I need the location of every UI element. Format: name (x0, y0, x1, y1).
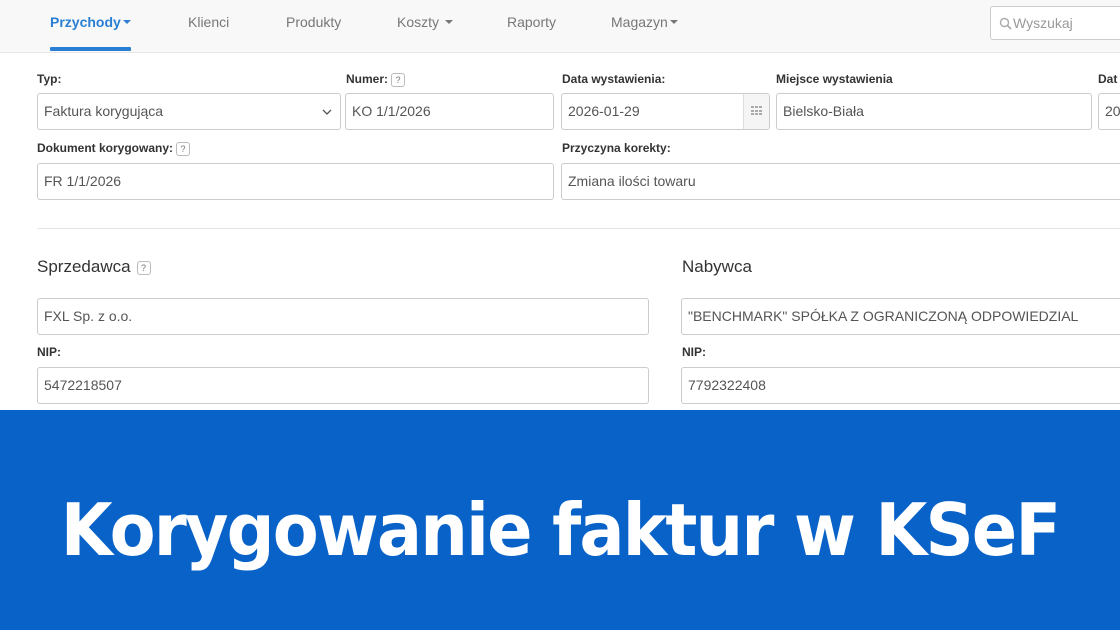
calendar-button[interactable] (743, 94, 769, 129)
nav-item-label: Klienci (188, 14, 230, 30)
nabywca-nip-input[interactable]: 7792322408 (681, 367, 1120, 404)
nabywca-name-input[interactable]: "BENCHMARK" SPÓŁKA Z OGRANICZONĄ ODPOWIE… (681, 298, 1120, 335)
banner-title: Korygowanie faktur w KSeF (60, 488, 1061, 572)
nav-item-label: Produkty (286, 14, 342, 30)
nav-item-produkty[interactable]: Produkty (286, 0, 341, 53)
nav-item-magazyn[interactable]: Magazyn (611, 0, 678, 53)
data-wystawienia-label: Data wystawienia: (562, 72, 666, 86)
dokument-korygowany-input[interactable]: FR 1/1/2026 (37, 163, 554, 200)
przyczyna-korekty-label: Przyczyna korekty: (562, 141, 671, 155)
numer-value: KO 1/1/2026 (352, 103, 431, 119)
sprzedawca-title: Sprzedawca (37, 257, 131, 276)
sprzedawca-name-input[interactable]: FXL Sp. z o.o. (37, 298, 649, 335)
miejsce-wystawienia-value: Bielsko-Biała (783, 103, 864, 119)
numer-label: Numer: (346, 72, 389, 86)
chevron-down-icon (669, 20, 678, 25)
nav-item-label: Magazyn (611, 14, 668, 30)
help-icon[interactable]: ? (391, 72, 406, 87)
section-divider (37, 228, 1120, 229)
nav-item-label: Koszty (397, 14, 440, 30)
nabywca-nip-label: NIP: (682, 345, 706, 359)
search-icon (999, 17, 1012, 30)
dokument-korygowany-label: Dokument korygowany: (37, 141, 174, 155)
nav-item-koszty[interactable]: Koszty (397, 0, 453, 53)
przyczyna-korekty-input[interactable]: Zmiana ilości towaru (561, 163, 1120, 200)
sprzedawca-nip-value: 5472218507 (44, 377, 122, 393)
nav-item-klienci[interactable]: Klienci (188, 0, 229, 53)
sprzedawca-nip-input[interactable]: 5472218507 (37, 367, 649, 404)
nabywca-nip-value: 7792322408 (688, 377, 766, 393)
numer-input[interactable]: KO 1/1/2026 (345, 93, 554, 130)
nav-item-raporty[interactable]: Raporty (507, 0, 556, 53)
dokument-korygowany-value: FR 1/1/2026 (44, 173, 122, 189)
chevron-down-icon (322, 109, 332, 115)
miejsce-wystawienia-label: Miejsce wystawienia (776, 72, 893, 86)
data-wystawienia-input[interactable]: 2026-01-29 (561, 93, 770, 130)
data-sprzedazy-input[interactable]: 20 (1098, 93, 1120, 130)
sprzedawca-title-group: Sprzedawca? (37, 257, 151, 277)
typ-label: Typ: (37, 72, 62, 86)
dokument-korygowany-label-group: Dokument korygowany:? (37, 141, 191, 156)
data-sprzedazy-value: 20 (1105, 103, 1120, 119)
miejsce-wystawienia-input[interactable]: Bielsko-Biała (776, 93, 1092, 130)
help-icon[interactable]: ? (136, 260, 151, 275)
typ-value: Faktura korygująca (44, 103, 164, 119)
typ-select[interactable]: Faktura korygująca (37, 93, 341, 130)
search-box[interactable] (990, 6, 1120, 40)
help-icon[interactable]: ? (176, 141, 191, 156)
search-input[interactable] (1013, 7, 1120, 39)
calendar-icon (751, 106, 762, 116)
nav-item-label: Przychody (50, 14, 121, 30)
chevron-down-icon (444, 20, 453, 25)
przyczyna-korekty-value: Zmiana ilości towaru (568, 173, 696, 189)
sprzedawca-nip-label: NIP: (37, 345, 61, 359)
top-navbar: Przychody Klienci Produkty Koszty Raport… (0, 0, 1120, 53)
title-banner: Korygowanie faktur w KSeF (0, 410, 1120, 630)
data-wystawienia-value: 2026-01-29 (568, 103, 640, 119)
nabywca-name-value: "BENCHMARK" SPÓŁKA Z OGRANICZONĄ ODPOWIE… (688, 308, 1079, 324)
nav-item-label: Raporty (507, 14, 557, 30)
data-sprzedazy-label: Dat (1098, 72, 1118, 86)
numer-label-group: Numer:? (346, 72, 406, 87)
chevron-down-icon (122, 20, 131, 25)
sprzedawca-name-value: FXL Sp. z o.o. (44, 308, 133, 324)
nav-item-przychody[interactable]: Przychody (50, 0, 131, 53)
nabywca-title: Nabywca (682, 257, 752, 276)
